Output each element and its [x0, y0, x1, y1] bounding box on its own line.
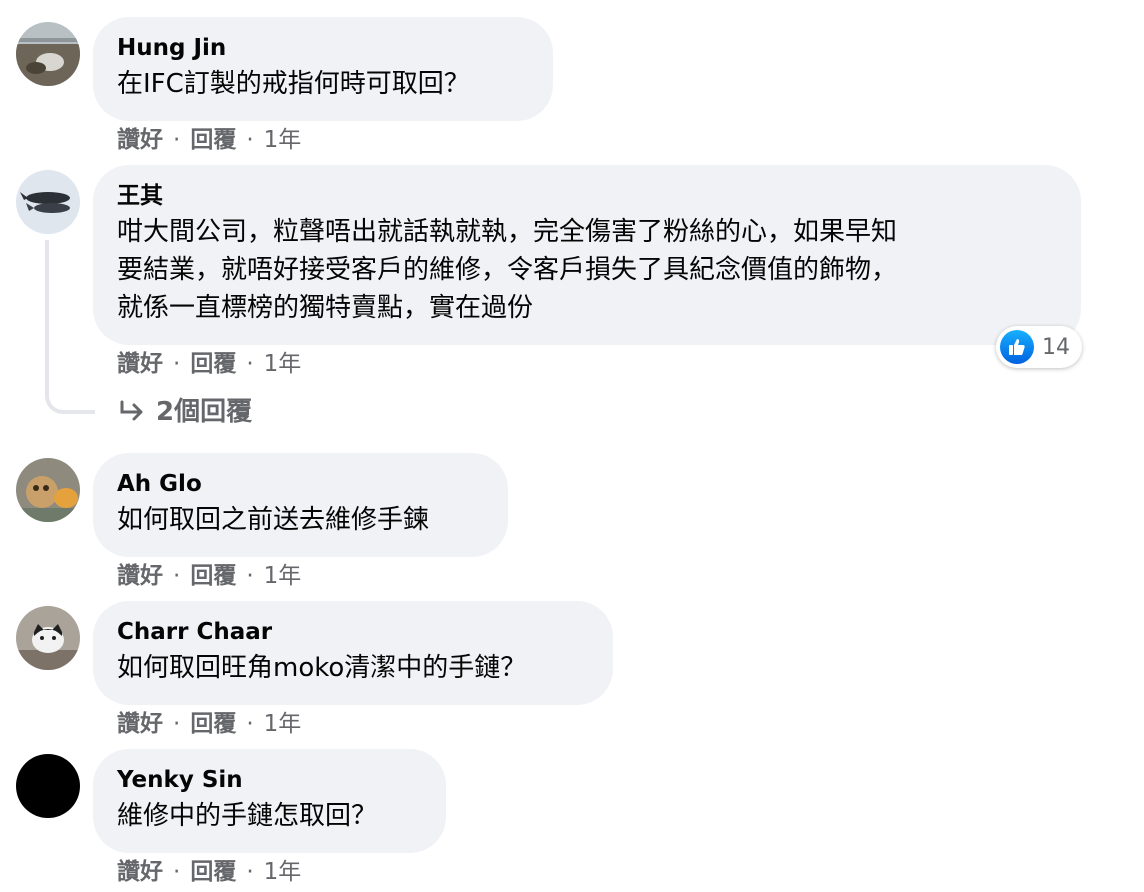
comment-bubble: Hung Jin 在IFC訂製的戒指何時可取回？: [93, 17, 553, 121]
separator-dot: ·: [246, 127, 254, 153]
replies-count-label: 2個回覆: [156, 397, 253, 427]
like-button[interactable]: 讚好: [117, 351, 163, 377]
comment-text: 如何取回旺角moko清潔中的手鏈？: [117, 653, 527, 683]
comment-bubble: Charr Chaar 如何取回旺角moko清潔中的手鏈？: [93, 601, 613, 705]
separator-dot: ·: [173, 563, 181, 589]
reply-button[interactable]: 回覆: [190, 711, 236, 737]
reply-arrow-icon: [120, 400, 143, 421]
comment-text: 維修中的手鏈怎取回？: [117, 801, 378, 831]
separator-dot: ·: [173, 711, 181, 737]
comment-text: 在IFC訂製的戒指何時可取回？: [117, 69, 470, 99]
thumbs-up-icon: [1000, 330, 1034, 364]
comment-author[interactable]: Yenky Sin: [117, 765, 422, 795]
avatar[interactable]: [16, 754, 80, 818]
comment-timestamp[interactable]: 1年: [264, 127, 302, 153]
like-button[interactable]: 讚好: [117, 127, 163, 153]
comment-bubble: 王其 咁大間公司，粒聲唔出就話執就執，完全傷害了粉絲的心，如果早知 要結業，就唔…: [93, 165, 1081, 345]
comment-timestamp[interactable]: 1年: [264, 859, 302, 885]
separator-dot: ·: [246, 563, 254, 589]
avatar[interactable]: [16, 170, 80, 234]
comment-actions: 讚好 · 回覆 · 1年: [117, 349, 301, 379]
comment-timestamp[interactable]: 1年: [264, 711, 302, 737]
comment-actions: 讚好 · 回覆 · 1年: [117, 561, 301, 591]
comment-author[interactable]: Hung Jin: [117, 33, 529, 63]
comment-text: 如何取回之前送去維修手鍊: [117, 505, 430, 535]
comment-timestamp[interactable]: 1年: [264, 563, 302, 589]
comment-actions: 讚好 · 回覆 · 1年: [117, 709, 301, 739]
avatar[interactable]: [16, 606, 80, 670]
reply-button[interactable]: 回覆: [190, 563, 236, 589]
reply-button[interactable]: 回覆: [190, 127, 236, 153]
comment-text: 咁大間公司，粒聲唔出就話執就執，完全傷害了粉絲的心，如果早知 要結業，就唔好接受…: [117, 217, 898, 323]
separator-dot: ·: [246, 859, 254, 885]
comment-author[interactable]: 王其: [117, 181, 1057, 211]
view-replies-link[interactable]: 2個回覆: [118, 394, 252, 430]
avatar[interactable]: [16, 22, 80, 86]
comment-author[interactable]: Charr Chaar: [117, 617, 589, 647]
comment-bubble: Ah Glo 如何取回之前送去維修手鍊: [93, 453, 508, 557]
comment-actions: 讚好 · 回覆 · 1年: [117, 857, 301, 887]
reaction-badge[interactable]: 14: [996, 326, 1082, 368]
comment-bubble: Yenky Sin 維修中的手鏈怎取回？: [93, 749, 446, 853]
comment-actions: 讚好 · 回覆 · 1年: [117, 125, 301, 155]
separator-dot: ·: [246, 711, 254, 737]
avatar[interactable]: [16, 458, 80, 522]
separator-dot: ·: [173, 351, 181, 377]
reaction-count: 14: [1042, 334, 1070, 360]
like-button[interactable]: 讚好: [117, 711, 163, 737]
reply-button[interactable]: 回覆: [190, 859, 236, 885]
comment-author[interactable]: Ah Glo: [117, 469, 484, 499]
separator-dot: ·: [173, 127, 181, 153]
reply-button[interactable]: 回覆: [190, 351, 236, 377]
thread-line: [45, 240, 95, 414]
separator-dot: ·: [173, 859, 181, 885]
like-button[interactable]: 讚好: [117, 563, 163, 589]
separator-dot: ·: [246, 351, 254, 377]
comment-timestamp[interactable]: 1年: [264, 351, 302, 377]
like-button[interactable]: 讚好: [117, 859, 163, 885]
